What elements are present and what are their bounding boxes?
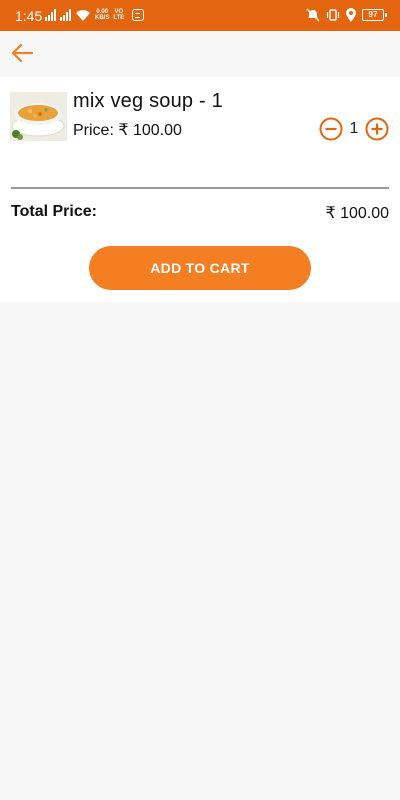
quantity-stepper: 1: [319, 117, 389, 141]
item-name: mix veg soup - 1: [73, 90, 223, 112]
total-price-value: ₹ 100.00: [325, 205, 389, 222]
location-icon: [346, 8, 356, 22]
status-left-icons: 0.00 KB/S VO LTE: [45, 9, 145, 21]
status-bar: 1:45 0.00 KB/S VO LTE 97: [0, 0, 400, 31]
app-bar: [0, 31, 400, 75]
wifi-icon: [76, 10, 90, 21]
soup-image: [10, 92, 67, 141]
network-bottom: LTE: [113, 15, 125, 21]
mute-icon: [306, 8, 320, 22]
cart-item-card: mix veg soup - 1 Price: ₹ 100.00 1 Total…: [0, 77, 400, 302]
signal-icon: [45, 9, 56, 21]
quantity-value: 1: [349, 120, 359, 137]
notification-icon: [132, 9, 145, 21]
decrease-quantity-button[interactable]: [319, 117, 343, 141]
add-to-cart-button[interactable]: ADD TO CART: [89, 246, 311, 290]
status-right-icons: 97: [306, 8, 387, 22]
divider: [11, 187, 389, 189]
network-speed: 0.00 KB/S: [95, 9, 109, 21]
speed-unit: KB/S: [95, 15, 110, 21]
battery-icon: 97: [362, 9, 387, 21]
network-type: VO LTE: [113, 9, 124, 21]
vibrate-icon: [326, 9, 340, 21]
total-price-label: Total Price:: [11, 203, 97, 220]
status-time: 1:45: [15, 8, 43, 24]
item-price: Price: ₹ 100.00: [73, 122, 182, 139]
arrow-left-icon[interactable]: [10, 43, 34, 63]
increase-quantity-button[interactable]: [365, 117, 389, 141]
signal-icon: [60, 9, 71, 21]
